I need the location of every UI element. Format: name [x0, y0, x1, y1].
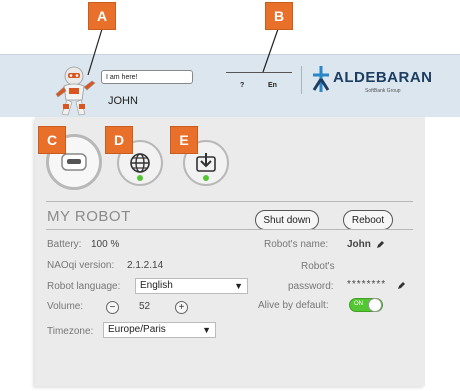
robot-language-value: English: [140, 280, 173, 291]
naoqi-value: 2.1.2.14: [127, 260, 164, 271]
volume-value: 52: [139, 301, 151, 312]
callout-badge-d: D: [105, 126, 133, 154]
callout-badge-b: B: [265, 2, 293, 30]
dropdown-arrow-icon: ▼: [202, 325, 211, 335]
battery-label: Battery:: [47, 239, 82, 250]
section-title: MY ROBOT: [47, 208, 131, 225]
section-underline: [46, 229, 413, 230]
alive-label: Alive by default:: [258, 300, 329, 311]
edit-password-pencil-icon[interactable]: [397, 281, 406, 290]
volume-increase-button[interactable]: +: [175, 301, 188, 314]
callout-badge-a: A: [88, 2, 116, 30]
naoqi-label: NAOqi version:: [47, 260, 115, 271]
robot-name-label: Robot's name:: [264, 239, 329, 250]
robot-language-select[interactable]: English ▼: [135, 278, 248, 294]
alive-toggle-state: ON: [354, 301, 363, 307]
network-status-dot: [137, 175, 143, 181]
volume-decrease-button[interactable]: −: [106, 301, 119, 314]
password-value[interactable]: ********: [347, 279, 386, 290]
reboot-button[interactable]: Reboot: [343, 210, 393, 230]
robot-language-label: Robot language:: [47, 281, 121, 292]
callout-badge-e: E: [170, 126, 198, 154]
volume-label: Volume:: [47, 301, 84, 312]
updates-status-dot: [203, 175, 209, 181]
battery-value: 100 %: [91, 239, 120, 250]
callout-badge-c: C: [38, 126, 66, 154]
password-label-line1: Robot's: [301, 261, 335, 272]
robot-name-value[interactable]: John: [347, 239, 371, 250]
globe-icon: [130, 153, 150, 173]
panel-divider: [46, 201, 413, 202]
robot-head-icon: [61, 153, 87, 171]
timezone-label: Timezone:: [47, 326, 94, 337]
password-label-line2: password:: [288, 281, 334, 292]
edit-name-pencil-icon[interactable]: [376, 240, 385, 249]
download-icon: [196, 153, 216, 172]
shutdown-button[interactable]: Shut down: [255, 210, 319, 230]
toggle-knob: [368, 298, 382, 312]
alive-toggle[interactable]: ON: [349, 298, 383, 312]
dropdown-arrow-icon: ▼: [234, 281, 243, 291]
timezone-select[interactable]: Europe/Paris ▼: [103, 322, 216, 338]
timezone-value: Europe/Paris: [108, 324, 166, 335]
